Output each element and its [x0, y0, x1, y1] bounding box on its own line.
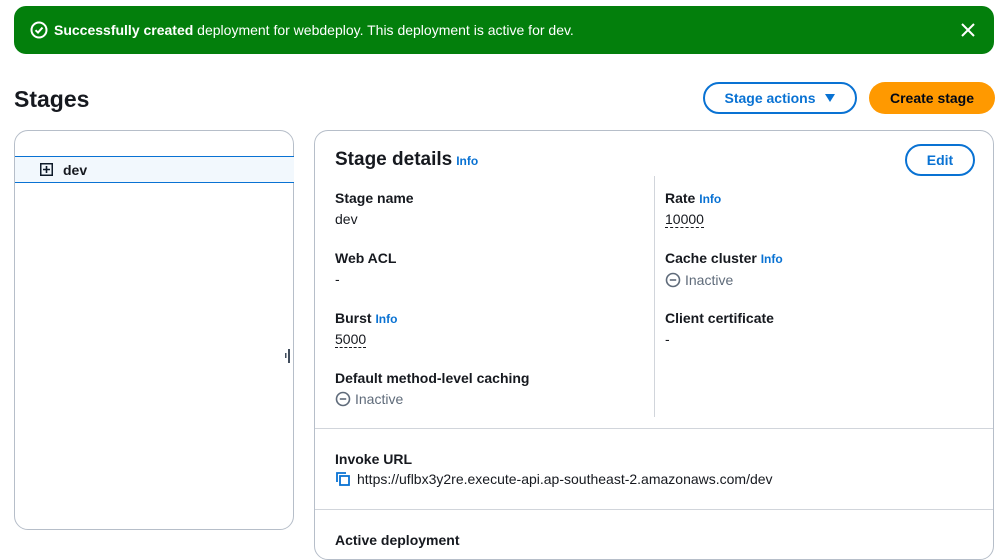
- field-value: dev: [335, 211, 358, 227]
- info-link[interactable]: Info: [699, 192, 721, 206]
- field-label: Active deployment: [335, 532, 460, 548]
- status-value: Inactive: [335, 390, 529, 408]
- field-label: Cache cluster: [665, 250, 757, 266]
- field-label: Default method-level caching: [335, 370, 530, 386]
- field-rate: Rate Info 10000: [665, 189, 721, 229]
- field-label-row: Burst Info: [335, 309, 397, 328]
- success-flashbar: Successfully created deployment for webd…: [14, 6, 994, 54]
- field-label: Burst: [335, 310, 372, 326]
- create-stage-button[interactable]: Create stage: [869, 82, 995, 114]
- page-title: Stages: [14, 86, 90, 112]
- copy-icon[interactable]: [335, 471, 351, 487]
- field-burst: Burst Info 5000: [335, 309, 397, 349]
- field-label: Rate: [665, 190, 696, 206]
- flash-message-text: deployment for webdeploy. This deploymen…: [193, 22, 574, 38]
- tree-item-label: dev: [63, 162, 88, 178]
- field-stage-name: Stage name dev: [335, 189, 414, 228]
- stage-actions-button[interactable]: Stage actions: [703, 82, 857, 114]
- stage-details-heading: Stage details Info: [335, 148, 478, 173]
- section-divider: [315, 509, 993, 510]
- field-value: 10000: [665, 211, 704, 228]
- stopped-status-icon: [335, 391, 351, 407]
- field-web-acl: Web ACL -: [335, 249, 396, 288]
- invoke-url-value: https://uflbx3y2re.execute-api.ap-southe…: [357, 471, 773, 487]
- status-text: Inactive: [355, 391, 404, 407]
- field-client-certificate: Client certificate -: [665, 309, 774, 348]
- stage-details-panel: Stage details Info Edit Stage name dev We…: [314, 130, 994, 560]
- field-active-deployment: Active deployment: [335, 531, 459, 549]
- field-label: Web ACL: [335, 250, 397, 266]
- stage-details-title: Stage details: [335, 149, 453, 170]
- stage-actions-label: Stage actions: [724, 90, 816, 106]
- caret-down-icon: [824, 94, 835, 102]
- field-cache-cluster: Cache cluster Info Inactive: [665, 249, 783, 289]
- success-check-icon: [30, 21, 48, 39]
- field-label: Stage name: [335, 190, 414, 206]
- field-value: -: [335, 271, 340, 287]
- field-label: Client certificate: [665, 310, 774, 326]
- flash-message: Successfully created deployment for webd…: [54, 21, 574, 39]
- status-text: Inactive: [685, 272, 734, 288]
- stages-tree-panel: dev: [14, 130, 294, 530]
- info-link[interactable]: Info: [456, 154, 478, 168]
- info-link[interactable]: Info: [761, 252, 783, 266]
- panel-resize-handle[interactable]: [285, 348, 291, 364]
- stopped-status-icon: [665, 272, 681, 288]
- tree-item-dev[interactable]: dev: [15, 156, 294, 183]
- field-label-row: Cache cluster Info: [665, 249, 783, 268]
- close-icon[interactable]: [958, 20, 978, 40]
- field-label: Invoke URL: [335, 451, 413, 467]
- expand-icon[interactable]: [40, 163, 53, 176]
- edit-button[interactable]: Edit: [905, 144, 975, 176]
- flash-message-bold: Successfully created: [54, 22, 194, 38]
- status-value: Inactive: [665, 271, 783, 289]
- field-label-row: Rate Info: [665, 189, 721, 208]
- column-divider: [654, 176, 655, 417]
- field-invoke-url: Invoke URL https://uflbx3y2re.execute-ap…: [335, 450, 773, 487]
- section-divider: [315, 428, 993, 429]
- field-value: -: [665, 331, 670, 347]
- field-default-caching: Default method-level caching Inactive: [335, 369, 529, 408]
- invoke-url-row: https://uflbx3y2re.execute-api.ap-southe…: [335, 471, 773, 487]
- field-value: 5000: [335, 331, 367, 348]
- info-link[interactable]: Info: [375, 312, 397, 326]
